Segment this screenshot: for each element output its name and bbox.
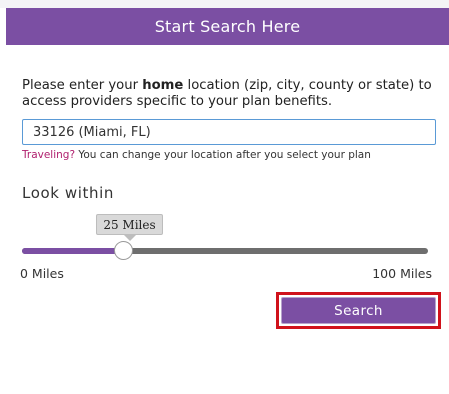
search-button[interactable]: Search: [281, 297, 436, 324]
slider-max-label: 100 Miles: [372, 266, 432, 281]
slider-thumb[interactable]: [114, 241, 133, 260]
travel-note: Traveling? You can change your location …: [22, 149, 371, 161]
location-instructions: Please enter your home location (zip, ci…: [22, 78, 437, 110]
distance-tooltip-label: 25 Miles: [103, 217, 156, 232]
slider-min-label: 0 Miles: [20, 266, 64, 281]
instructions-emphasis: home: [142, 78, 184, 93]
travel-note-text: You can change your location after you s…: [75, 149, 371, 161]
slider-track-fill: [22, 248, 124, 254]
distance-tooltip: 25 Miles: [96, 214, 163, 235]
search-header: Start Search Here: [6, 8, 449, 45]
header-title: Start Search Here: [154, 17, 301, 36]
look-within-heading: Look within: [22, 184, 115, 202]
instructions-prefix: Please enter your: [22, 78, 143, 93]
distance-slider[interactable]: [22, 241, 428, 261]
location-input[interactable]: [22, 119, 436, 145]
traveling-link[interactable]: Traveling?: [22, 149, 75, 161]
top-strip: [0, 0, 449, 8]
